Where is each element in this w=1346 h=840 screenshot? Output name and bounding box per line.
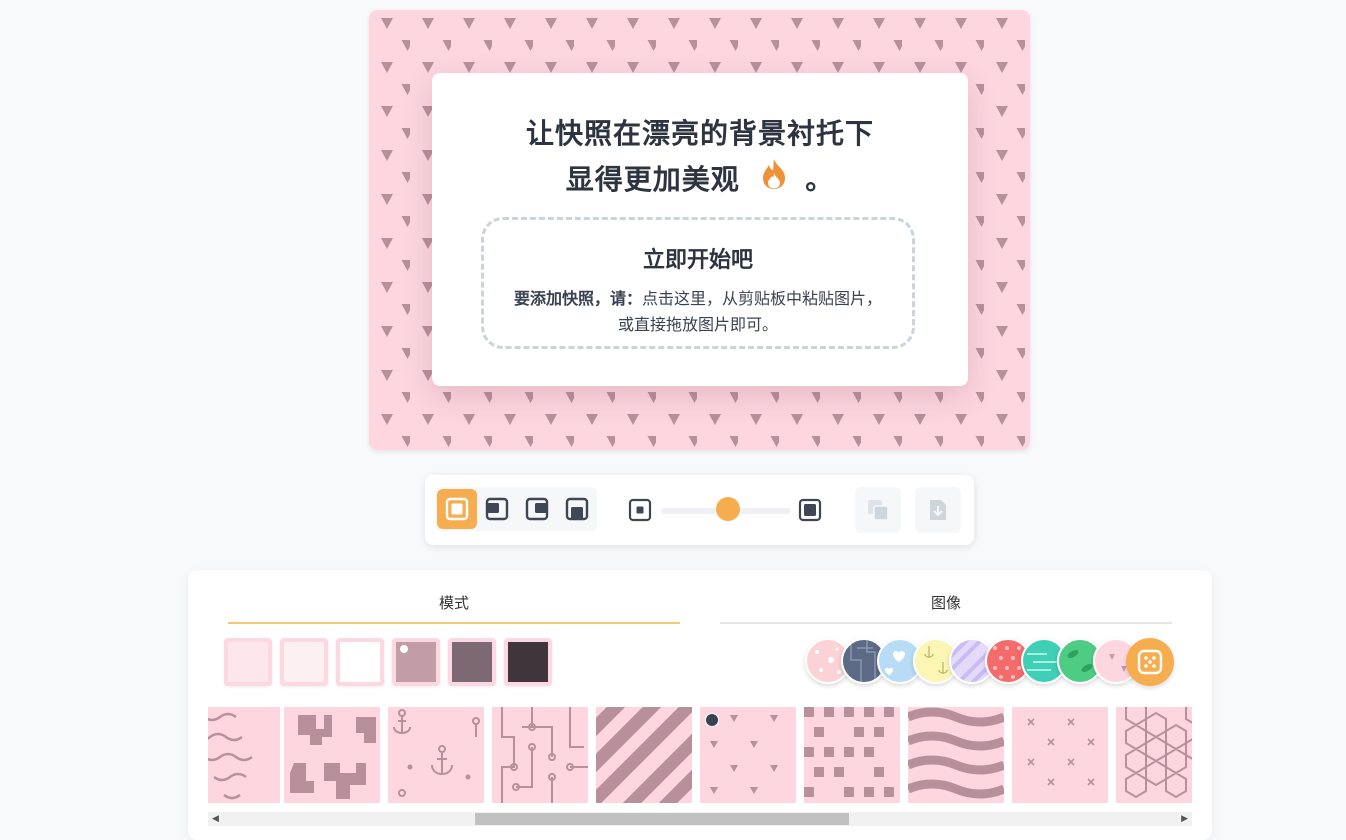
selected-indicator	[705, 713, 719, 727]
color-swatch[interactable]	[280, 638, 328, 686]
pattern-tile-triangles-selected[interactable]	[700, 707, 796, 803]
headline-line-2-text: 显得更加美观	[565, 163, 740, 196]
pattern-tile-waves[interactable]	[908, 707, 1004, 803]
scroll-right-arrow-icon[interactable]: ▶	[1181, 814, 1188, 824]
position-top-right-button[interactable]	[517, 489, 557, 529]
position-group	[435, 487, 597, 531]
dropzone-instructions-bold: 要添加快照，请：	[513, 289, 642, 308]
padding-large-icon	[798, 498, 822, 522]
background-panel: 模式 图像 ◀ ▶	[188, 570, 1212, 840]
dropzone-instructions: 要添加快照，请：点击这里，从剪贴板中粘贴图片，或直接拖放图片即可。	[508, 286, 888, 338]
color-swatch[interactable]	[448, 638, 496, 686]
padding-slider-thumb[interactable]	[716, 497, 740, 521]
headline: 让快照在漂亮的背景衬托下 显得更加美观 。	[432, 111, 968, 204]
position-bottom-button[interactable]	[557, 489, 597, 529]
headline-line-1: 让快照在漂亮的背景衬托下	[525, 117, 874, 150]
random-background-button[interactable]	[1126, 638, 1174, 686]
copy-button[interactable]	[855, 487, 901, 533]
pattern-tile-circuit[interactable]	[492, 707, 588, 803]
scrollbar-thumb[interactable]	[475, 813, 849, 825]
pattern-tile-wiggle[interactable]	[208, 707, 280, 803]
pattern-list	[208, 707, 1192, 803]
color-swatch[interactable]	[504, 638, 552, 686]
padding-small-icon	[628, 498, 652, 522]
position-top-right-icon	[525, 497, 549, 521]
position-center-button[interactable]	[437, 489, 477, 529]
color-swatch-selected[interactable]	[392, 638, 440, 686]
pattern-tile-blobs[interactable]	[284, 707, 380, 803]
pattern-tile-crosses[interactable]	[1012, 707, 1108, 803]
pattern-tile-hexagons[interactable]	[1116, 707, 1192, 803]
position-center-icon	[445, 497, 469, 521]
pattern-tile-diagonal-stripes[interactable]	[596, 707, 692, 803]
color-swatch[interactable]	[224, 638, 272, 686]
download-button[interactable]	[915, 487, 961, 533]
dice-icon	[1137, 649, 1163, 675]
selected-indicator	[400, 645, 408, 653]
snapshot-dropzone[interactable]: 立即开始吧 要添加快照，请：点击这里，从剪贴板中粘贴图片，或直接拖放图片即可。	[481, 217, 915, 349]
snapshot-card: 让快照在漂亮的背景衬托下 显得更加美观 。 立即开始吧 要添加快照，请：点击这里…	[432, 73, 968, 386]
tab-image[interactable]: 图像	[720, 592, 1172, 624]
toolbar	[425, 475, 974, 545]
dropzone-title: 立即开始吧	[642, 248, 753, 273]
fire-icon	[759, 158, 789, 204]
position-bottom-icon	[565, 497, 589, 521]
headline-end: 。	[805, 163, 835, 196]
position-top-left-icon	[485, 497, 509, 521]
dropzone-instructions-text: 点击这里，从剪贴板中粘贴图片，或直接拖放图片即可。	[617, 289, 883, 334]
download-icon	[930, 500, 946, 520]
pattern-tile-checkerboard[interactable]	[804, 707, 900, 803]
preview-canvas: 让快照在漂亮的背景衬托下 显得更加美观 。 立即开始吧 要添加快照，请：点击这里…	[369, 10, 1030, 450]
scroll-left-arrow-icon[interactable]: ◀	[212, 814, 219, 824]
position-top-left-button[interactable]	[477, 489, 517, 529]
copy-icon	[868, 500, 889, 521]
pattern-scrollbar[interactable]: ◀ ▶	[208, 812, 1192, 826]
tab-pattern[interactable]: 模式	[228, 592, 680, 624]
headline-line-2: 显得更加美观 。	[432, 157, 968, 204]
color-swatch[interactable]	[336, 638, 384, 686]
pattern-tile-anchors[interactable]	[388, 707, 484, 803]
